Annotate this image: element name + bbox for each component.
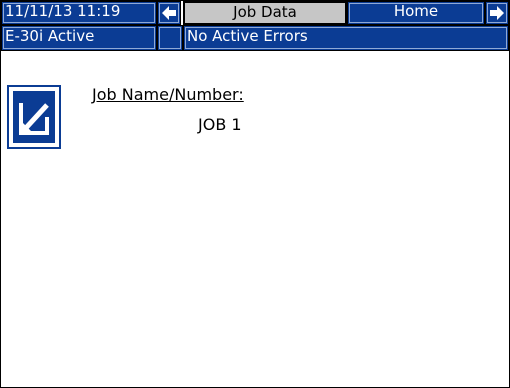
next-screen-button[interactable] (485, 1, 509, 25)
status-indicator (157, 25, 183, 51)
tab-job-data[interactable]: Job Data (183, 1, 347, 25)
datetime-display: 11/11/13 11:19 (1, 1, 157, 25)
controller-screen: 11/11/13 11:19 Job Data Home E-30i Activ… (0, 0, 510, 388)
arrow-right-icon (490, 6, 504, 20)
edit-pencil-icon (19, 103, 49, 135)
system-status: E-30i Active (1, 25, 157, 51)
error-status: No Active Errors (183, 25, 509, 51)
job-name-value: JOB 1 (198, 115, 242, 134)
edit-button[interactable] (7, 85, 61, 149)
job-name-label: Job Name/Number: (92, 85, 244, 104)
tab-home[interactable]: Home (347, 1, 485, 25)
prev-screen-button[interactable] (157, 1, 181, 25)
arrow-left-icon (162, 6, 176, 20)
